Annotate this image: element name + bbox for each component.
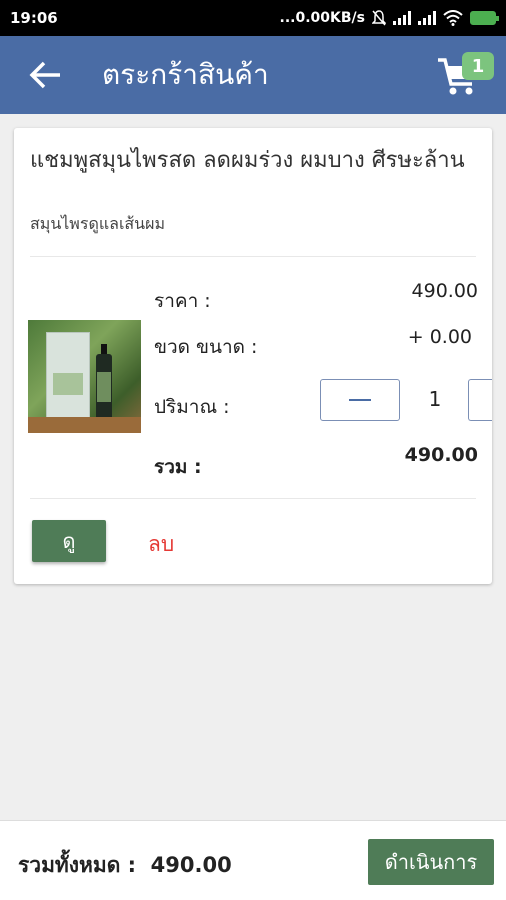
divider <box>30 498 476 499</box>
grand-total-label: รวมทั้งหมด : <box>18 853 137 877</box>
increase-quantity-button[interactable] <box>468 379 492 421</box>
status-indicators: ...0.00KB/s <box>279 10 499 26</box>
status-bar: 19:06 ...0.00KB/s <box>0 0 506 36</box>
app-bar: ตระกร้าสินค้า 1 <box>0 36 506 114</box>
cart-button[interactable]: 1 <box>436 52 494 98</box>
minus-icon <box>349 399 371 401</box>
page-title: ตระกร้าสินค้า <box>102 58 269 91</box>
decrease-quantity-button[interactable] <box>320 379 400 421</box>
divider <box>30 256 476 257</box>
bottle-label-graphic <box>97 372 111 402</box>
arrow-left-icon <box>29 61 60 89</box>
product-image[interactable] <box>28 320 141 433</box>
product-category: สมุนไพรดูแลเส้นผม <box>30 214 166 233</box>
price-label: ราคา : <box>154 290 211 312</box>
subtotal-value: 490.00 <box>404 444 478 466</box>
quantity-value: 1 <box>428 387 442 411</box>
size-value: + 0.00 <box>407 326 472 348</box>
subtotal-label: รวม : <box>154 456 202 478</box>
status-time: 19:06 <box>10 9 58 27</box>
signal-icon <box>418 11 436 25</box>
signal-icon <box>393 11 411 25</box>
product-box-graphic <box>46 332 90 420</box>
size-label: ขวด ขนาด : <box>154 336 258 358</box>
back-button[interactable] <box>0 36 90 114</box>
cart-count-badge: 1 <box>462 52 494 80</box>
quantity-label: ปริมาณ : <box>154 396 230 418</box>
cart-item-card: แชมพูสมุนไพรสด ลดผมร่วง ผมบาง ศีรษะล้าน … <box>14 128 492 584</box>
delete-link[interactable]: ลบ <box>148 528 174 561</box>
price-value: 490.00 <box>411 280 478 302</box>
table-graphic <box>28 417 141 433</box>
product-name[interactable]: แชมพูสมุนไพรสด ลดผมร่วง ผมบาง ศีรษะล้าน <box>30 146 480 176</box>
mute-icon <box>372 10 386 26</box>
grand-total-value: 490.00 <box>150 853 232 877</box>
wifi-icon <box>443 10 463 26</box>
bottom-bar: รวมทั้งหมด : 490.00 ดำเนินการ <box>0 820 506 900</box>
view-button[interactable]: ดู <box>32 520 106 562</box>
grand-total: รวมทั้งหมด : 490.00 <box>18 849 232 882</box>
checkout-button[interactable]: ดำเนินการ <box>368 839 494 885</box>
network-speed: ...0.00KB/s <box>279 10 365 26</box>
battery-charging-icon <box>470 11 499 25</box>
